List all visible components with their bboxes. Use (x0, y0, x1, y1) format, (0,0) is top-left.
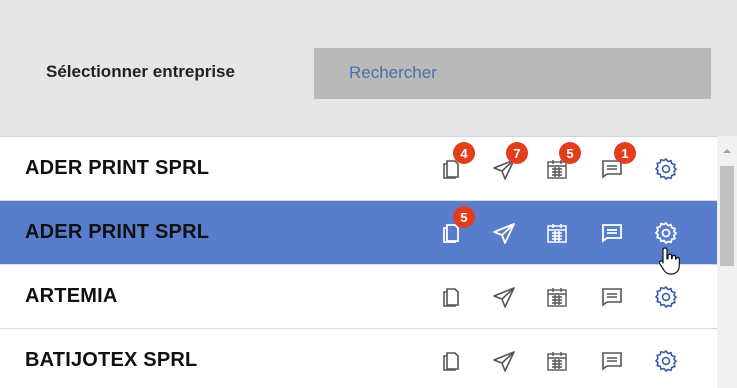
documents-icon[interactable]: 4 (433, 142, 475, 187)
settings-icon[interactable] (648, 343, 684, 379)
messages-icon[interactable] (594, 279, 630, 315)
documents-badge: 5 (453, 206, 475, 228)
company-list: ADER PRINT SPRL 4 7 5 1 ADER PRINT SPRL … (0, 136, 717, 388)
documents-icon[interactable] (433, 279, 469, 315)
select-company-label: Sélectionner entreprise (46, 62, 235, 81)
company-name: ADER PRINT SPRL (25, 157, 210, 179)
list-item[interactable]: ADER PRINT SPRL 4 7 5 1 (0, 137, 717, 201)
send-icon[interactable] (486, 279, 522, 315)
messages-badge: 1 (614, 142, 636, 164)
scrollbar[interactable] (717, 136, 737, 388)
calendar-icon[interactable] (539, 279, 575, 315)
send-icon[interactable]: 7 (486, 142, 528, 187)
search-input[interactable]: Rechercher (314, 48, 711, 99)
header: Sélectionner entreprise Rechercher (0, 0, 737, 136)
list-item[interactable]: BATIJOTEX SPRL (0, 329, 717, 388)
documents-icon[interactable]: 5 (433, 206, 475, 251)
scroll-up-arrow-icon[interactable] (717, 136, 737, 166)
calendar-icon[interactable]: 5 (539, 142, 581, 187)
calendar-icon[interactable] (539, 215, 575, 251)
messages-icon[interactable] (594, 343, 630, 379)
list-item-selected[interactable]: ADER PRINT SPRL 5 (0, 201, 717, 265)
send-icon[interactable] (486, 343, 522, 379)
calendar-icon[interactable] (539, 343, 575, 379)
settings-icon[interactable] (648, 279, 684, 315)
send-icon[interactable] (486, 215, 522, 251)
documents-badge: 4 (453, 142, 475, 164)
hand-cursor-icon (658, 247, 680, 275)
company-name: ARTEMIA (25, 285, 118, 307)
company-name: ADER PRINT SPRL (25, 221, 210, 243)
messages-icon[interactable] (594, 215, 630, 251)
list-item[interactable]: ARTEMIA (0, 265, 717, 329)
messages-icon[interactable]: 1 (594, 142, 636, 187)
settings-icon[interactable] (648, 151, 684, 187)
send-badge: 7 (506, 142, 528, 164)
scrollbar-thumb[interactable] (720, 166, 734, 266)
documents-icon[interactable] (433, 343, 469, 379)
calendar-badge: 5 (559, 142, 581, 164)
company-name: BATIJOTEX SPRL (25, 349, 198, 371)
search-placeholder: Rechercher (349, 63, 437, 82)
